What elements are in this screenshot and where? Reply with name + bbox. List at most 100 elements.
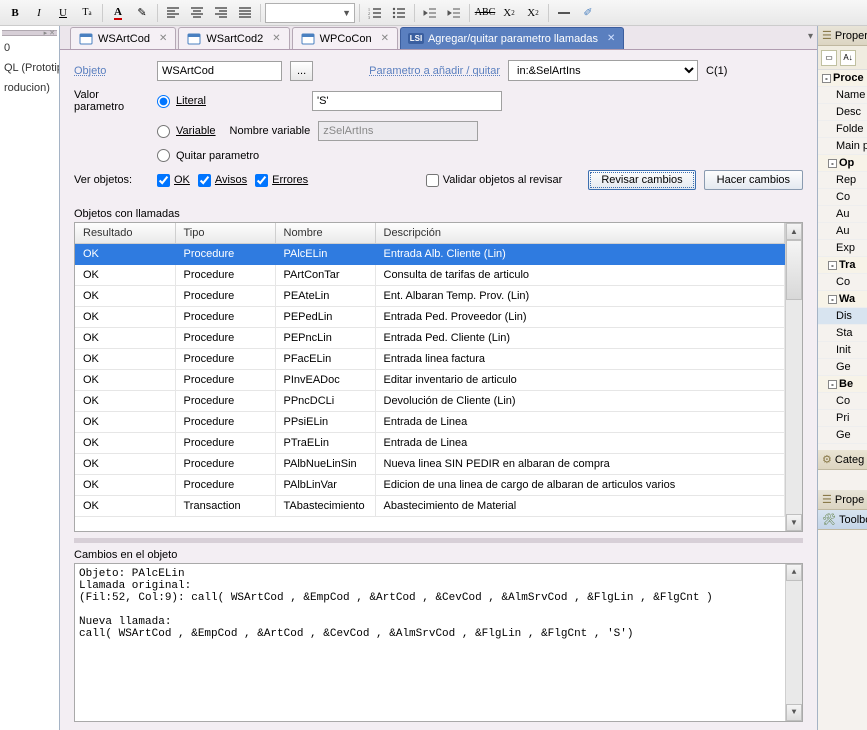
scroll-up-button[interactable]: ▲ (786, 223, 802, 240)
object-browse-button[interactable]: ... (290, 61, 313, 81)
col-header[interactable]: Descripción (375, 223, 785, 244)
close-icon[interactable]: ✕ (272, 33, 280, 44)
literal-value-input[interactable] (312, 91, 502, 111)
table-row[interactable]: OKProcedurePEPedLinEntrada Ped. Proveedo… (75, 307, 785, 328)
align-left-button[interactable] (162, 3, 184, 23)
chk-validar[interactable]: Validar objetos al revisar (426, 174, 563, 187)
highlight-button[interactable]: ✎ (131, 3, 153, 23)
radio-variable-input[interactable] (157, 125, 170, 138)
prop-item[interactable]: Main p (818, 138, 867, 155)
properties2-header[interactable]: ☰ Prope (818, 490, 867, 510)
prop-group-proc[interactable]: -Proce (818, 70, 867, 87)
scroll-down-button[interactable]: ▼ (786, 514, 802, 531)
object-label[interactable]: Objeto (74, 65, 149, 77)
object-input[interactable] (157, 61, 282, 81)
table-row[interactable]: OKProcedurePPsiELinEntrada de Linea (75, 412, 785, 433)
prop-tool-icon-1[interactable]: ▭ (821, 50, 837, 66)
tab-wsartcod[interactable]: WSArtCod✕ (70, 27, 176, 49)
radio-quitar[interactable]: Quitar parametro (157, 149, 259, 162)
superscript-button[interactable]: X2 (522, 3, 544, 23)
results-table[interactable]: ResultadoTipoNombreDescripción OKProcedu… (75, 223, 785, 517)
radio-literal[interactable]: Literal (157, 95, 206, 108)
prop-group-tra[interactable]: -Tra (818, 257, 867, 274)
left-tree-item[interactable]: QL (Prototip (2, 60, 57, 76)
horizontal-splitter[interactable] (74, 538, 803, 543)
numbered-list-button[interactable]: 123 (364, 3, 386, 23)
tab-wpcocon[interactable]: WPCoCon✕ (292, 27, 398, 49)
table-row[interactable]: OKProcedurePPncDCLiDevolución de Cliente… (75, 391, 785, 412)
prop-group-wa[interactable]: -Wa (818, 291, 867, 308)
prop-item[interactable]: Co (818, 393, 867, 410)
param-label[interactable]: Parametro a añadir / quitar (369, 65, 500, 77)
chk-avisos[interactable]: Avisos (198, 174, 247, 187)
prop-item[interactable]: Pri (818, 410, 867, 427)
italic-button[interactable]: I (28, 3, 50, 23)
prop-item[interactable]: Sta (818, 325, 867, 342)
marker-button[interactable]: ✐ (577, 3, 599, 23)
indent-button[interactable] (443, 3, 465, 23)
log-scrollbar[interactable]: ▲ ▼ (785, 564, 802, 721)
hacer-cambios-button[interactable]: Hacer cambios (704, 170, 803, 190)
font-size-combo[interactable]: ▼ (265, 3, 355, 23)
scroll-thumb[interactable] (786, 240, 802, 300)
log-scroll-down[interactable]: ▼ (786, 704, 802, 721)
col-header[interactable]: Tipo (175, 223, 275, 244)
table-row[interactable]: OKProcedurePEPncLinEntrada Ped. Cliente … (75, 328, 785, 349)
prop-group-be[interactable]: -Be (818, 376, 867, 393)
align-center-button[interactable] (186, 3, 208, 23)
close-icon[interactable]: ✕ (381, 33, 389, 44)
bold-button[interactable]: B (4, 3, 26, 23)
table-row[interactable]: OKProcedurePAlbNueLinSinNueva linea SIN … (75, 454, 785, 475)
tab-wsartcod2[interactable]: WSartCod2✕ (178, 27, 289, 49)
table-row[interactable]: OKTransactionTAbastecimientoAbastecimien… (75, 496, 785, 517)
prop-item[interactable]: Rep (818, 172, 867, 189)
align-justify-button[interactable] (234, 3, 256, 23)
font-color-button[interactable]: A (107, 3, 129, 23)
table-row[interactable]: OKProcedurePEAteLinEnt. Albaran Temp. Pr… (75, 286, 785, 307)
prop-item[interactable]: Desc (818, 104, 867, 121)
bullet-list-button[interactable] (388, 3, 410, 23)
underline-button[interactable]: U (52, 3, 74, 23)
radio-variable[interactable]: Variable (157, 125, 216, 138)
table-row[interactable]: OKProcedurePFacELinEntrada linea factura (75, 349, 785, 370)
table-row[interactable]: OKProcedurePAlbLinVarEdicion de una line… (75, 475, 785, 496)
strikethrough-button[interactable]: ABC (474, 3, 496, 23)
hr-button[interactable] (553, 3, 575, 23)
table-row[interactable]: OKProcedurePTraELinEntrada de Linea (75, 433, 785, 454)
prop-item[interactable]: Folde (818, 121, 867, 138)
log-output[interactable]: Objeto: PAlcELin Llamada original: (Fil:… (74, 563, 803, 722)
radio-quitar-input[interactable] (157, 149, 170, 162)
prop-item[interactable]: Dis (818, 308, 867, 325)
prop-item[interactable]: Name (818, 87, 867, 104)
radio-literal-input[interactable] (157, 95, 170, 108)
prop-item[interactable]: Co (818, 274, 867, 291)
log-scroll-up[interactable]: ▲ (786, 564, 802, 581)
revisar-cambios-button[interactable]: Revisar cambios (588, 170, 695, 190)
table-scrollbar[interactable]: ▲ ▼ (785, 223, 802, 531)
col-header[interactable]: Nombre (275, 223, 375, 244)
categories-header[interactable]: ⚙ Categ (818, 450, 867, 470)
param-select[interactable]: in:&SelArtIns (508, 60, 698, 81)
prop-item[interactable]: Init (818, 342, 867, 359)
toolbox-header[interactable]: 🛠 Toolbo (818, 510, 867, 530)
table-row[interactable]: OKProcedurePAlcELinEntrada Alb. Cliente … (75, 244, 785, 265)
prop-item[interactable]: Au (818, 206, 867, 223)
subscript-button[interactable]: X2 (498, 3, 520, 23)
prop-item[interactable]: Co (818, 189, 867, 206)
prop-item[interactable]: Exp (818, 240, 867, 257)
properties-panel-header[interactable]: ☰ Propert (818, 26, 867, 46)
col-header[interactable]: Resultado (75, 223, 175, 244)
prop-item[interactable]: Ge (818, 427, 867, 444)
table-row[interactable]: OKProcedurePArtConTarConsulta de tarifas… (75, 265, 785, 286)
chk-errores[interactable]: Errores (255, 174, 308, 187)
prop-group-op[interactable]: -Op (818, 155, 867, 172)
table-row[interactable]: OKProcedurePInvEADocEditar inventario de… (75, 370, 785, 391)
left-tree-item[interactable]: 0 (2, 40, 57, 56)
left-tree-item[interactable]: roducion) (2, 80, 57, 96)
prop-item[interactable]: Ge (818, 359, 867, 376)
chk-ok[interactable]: OK (157, 174, 190, 187)
text-case-button[interactable]: Ta (76, 3, 98, 23)
prop-tool-icon-2[interactable]: A↓ (840, 50, 856, 66)
close-icon[interactable]: ✕ (159, 33, 167, 44)
prop-item[interactable]: Au (818, 223, 867, 240)
